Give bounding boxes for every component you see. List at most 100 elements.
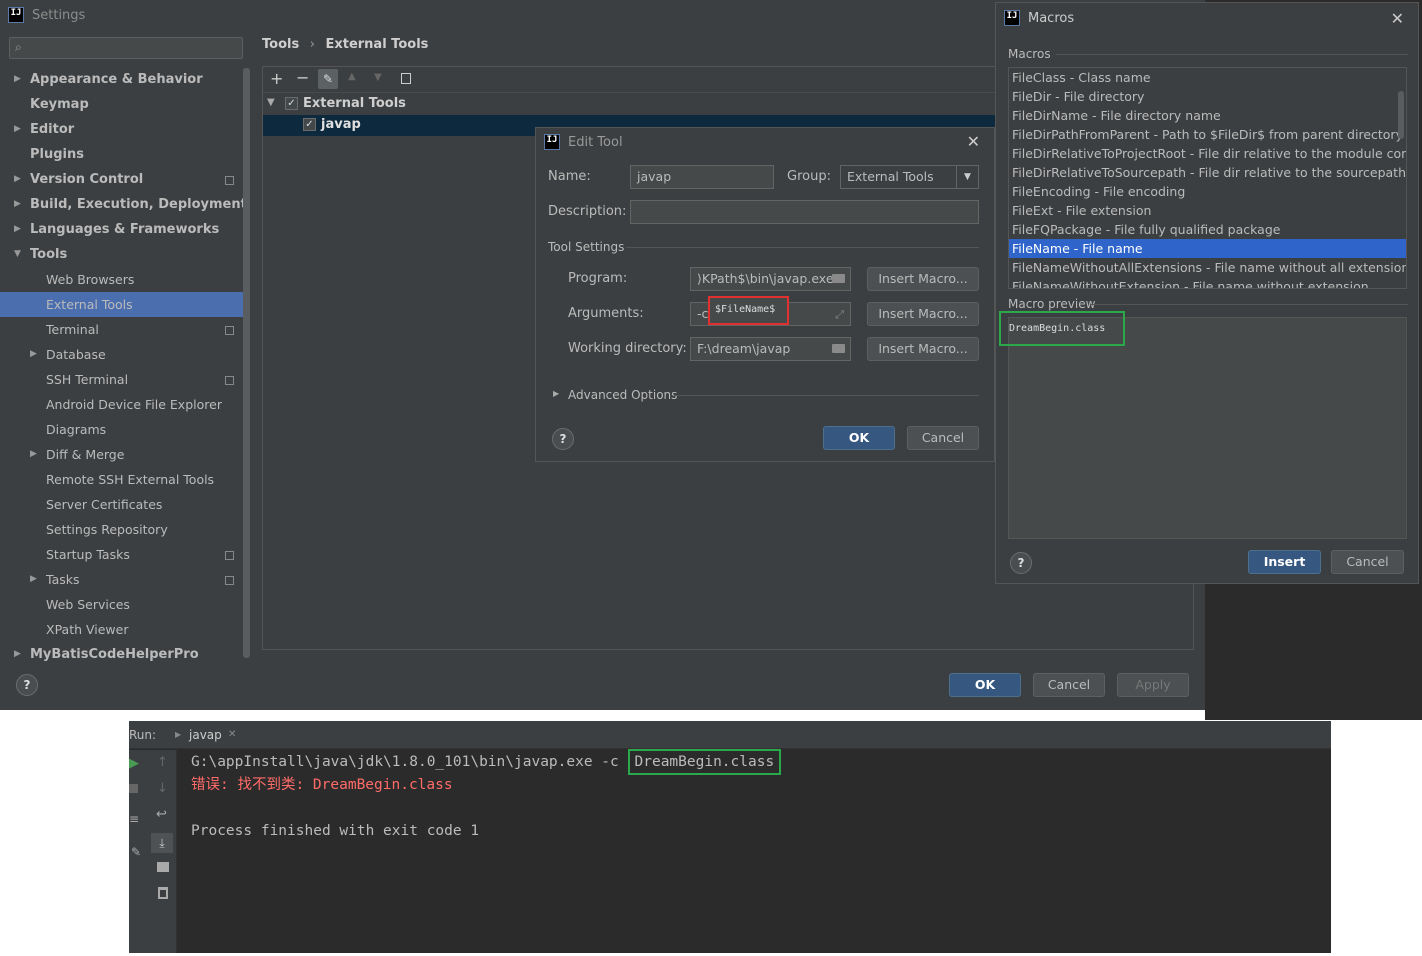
stop-icon[interactable] (129, 784, 138, 793)
tree-item[interactable]: Remote SSH External Tools (0, 467, 250, 492)
run-tab-close-icon[interactable]: ✕ (228, 729, 236, 740)
edit-tool-help-button[interactable]: ? (552, 428, 574, 450)
macro-list-item[interactable]: FileDirRelativeToProjectRoot - File dir … (1009, 144, 1406, 163)
chevron-right-icon[interactable]: ▶ (553, 389, 559, 398)
program-field[interactable]: ⟩KPath$\bin\javap.exe (690, 267, 851, 291)
tree-item[interactable]: ▶ Diff & Merge (0, 442, 250, 467)
trash-icon[interactable] (158, 887, 168, 899)
arguments-insert-macro-button[interactable]: Insert Macro... (867, 302, 979, 326)
tree-item[interactable]: Android Device File Explorer (0, 392, 250, 417)
up-arrow-icon[interactable]: ↑ (157, 755, 168, 770)
macro-list-item[interactable]: FileDirRelativeToSourcepath - File dir r… (1009, 163, 1406, 182)
macro-list-scrollbar[interactable] (1398, 91, 1404, 139)
advanced-options-toggle[interactable]: Advanced Options (568, 388, 677, 402)
tree-item[interactable]: Server Certificates (0, 492, 250, 517)
console-output[interactable]: G:\appInstall\java\jdk\1.8.0_101\bin\jav… (191, 749, 1321, 843)
chevron-right-icon[interactable]: ▶ (14, 167, 21, 192)
tree-item[interactable]: Web Services (0, 592, 250, 617)
print-icon[interactable] (157, 862, 169, 872)
macros-help-button[interactable]: ? (1010, 552, 1032, 574)
chevron-right-icon[interactable]: ▶ (30, 442, 37, 467)
macros-cancel-button[interactable]: Cancel (1331, 550, 1404, 574)
edit-tool-cancel-button[interactable]: Cancel (907, 426, 979, 450)
edit-tool-ok-button[interactable]: OK (823, 426, 895, 450)
tree-item[interactable]: ▶ Languages & Frameworks (0, 217, 250, 242)
rerun-icon[interactable]: ▶ (129, 756, 139, 771)
macro-list-item[interactable]: FileDirPathFromParent - Path to $FileDir… (1009, 125, 1406, 144)
tree-item[interactable]: SSH Terminal (0, 367, 250, 392)
program-insert-macro-button[interactable]: Insert Macro... (867, 267, 979, 291)
tree-item[interactable]: Settings Repository (0, 517, 250, 542)
macro-list-item[interactable]: FileEncoding - File encoding (1009, 182, 1406, 201)
add-icon[interactable]: + (270, 69, 283, 88)
tree-item-label: XPath Viewer (46, 622, 129, 637)
tree-item[interactable]: External Tools (0, 292, 250, 317)
settings-help-button[interactable]: ? (16, 674, 38, 696)
tree-scrollbar[interactable] (243, 68, 250, 658)
chevron-right-icon[interactable]: ▶ (14, 117, 21, 142)
group-select[interactable]: External Tools ▼ (840, 165, 979, 189)
expand-icon[interactable]: ⤢ (835, 304, 844, 325)
close-icon[interactable]: ✕ (1391, 9, 1404, 28)
description-field[interactable] (630, 200, 979, 224)
tree-item[interactable]: Plugins (0, 142, 250, 167)
folder-icon[interactable] (832, 274, 845, 283)
expand-down-icon[interactable]: ▼ (14, 242, 21, 267)
scroll-to-end-icon[interactable]: ⤓ (151, 833, 173, 853)
workdir-insert-macro-button[interactable]: Insert Macro... (867, 337, 979, 361)
macro-list-item[interactable]: FileName - File name (1009, 239, 1406, 258)
run-side-toolbar: ▶ ≡ ✎ ↑ ↓ ↩ ⤓ (129, 750, 177, 953)
macro-list-item[interactable]: FileDir - File directory (1009, 87, 1406, 106)
close-icon[interactable]: ✕ (967, 132, 980, 151)
expand-down-icon[interactable]: ▼ (267, 97, 275, 108)
pin-icon[interactable]: ✎ (131, 845, 141, 859)
tree-item[interactable]: Keymap (0, 92, 250, 117)
soft-wrap-icon[interactable]: ↩ (156, 807, 167, 822)
macro-list[interactable]: FileClass - Class name FileDir - File dir… (1008, 67, 1407, 289)
chevron-right-icon[interactable]: ▶ (14, 67, 21, 92)
tree-item[interactable]: ▶ Tasks (0, 567, 250, 592)
chevron-right-icon[interactable]: ▶ (14, 642, 21, 662)
move-up-icon[interactable]: ▲ (348, 71, 356, 82)
macros-insert-button[interactable]: Insert (1248, 550, 1321, 574)
tree-item[interactable]: Startup Tasks (0, 542, 250, 567)
group-checkbox[interactable]: ✓ (285, 97, 298, 110)
tree-item[interactable]: Diagrams (0, 417, 250, 442)
tree-item[interactable]: Web Browsers (0, 267, 250, 292)
chevron-right-icon[interactable]: ▶ (30, 342, 37, 367)
macro-list-item[interactable]: FileNameWithoutAllExtensions - File name… (1009, 258, 1406, 277)
move-down-icon[interactable]: ▼ (374, 72, 382, 83)
down-arrow-icon[interactable]: ↓ (157, 781, 168, 796)
tree-item[interactable]: ▶ Appearance & Behavior (0, 67, 250, 92)
tree-item[interactable]: ▶ Editor (0, 117, 250, 142)
chevron-right-icon[interactable]: ▶ (14, 192, 21, 217)
settings-search-input[interactable]: ⌕ (9, 37, 243, 59)
tree-item[interactable]: ▶ Build, Execution, Deployment (0, 192, 250, 217)
macro-list-item[interactable]: FileClass - Class name (1009, 68, 1406, 87)
copy-icon[interactable] (401, 73, 411, 84)
settings-cancel-button[interactable]: Cancel (1033, 673, 1105, 697)
macro-list-item[interactable]: FileNameWithoutExtension - File name wit… (1009, 277, 1406, 288)
macro-list-item[interactable]: FileFQPackage - File fully qualified pac… (1009, 220, 1406, 239)
settings-list-icon[interactable]: ≡ (129, 812, 139, 826)
tree-item[interactable]: XPath Viewer (0, 617, 250, 642)
chevron-right-icon[interactable]: ▶ (30, 567, 37, 592)
remove-icon[interactable]: − (296, 68, 309, 87)
settings-apply-button[interactable]: Apply (1117, 673, 1189, 697)
tree-item[interactable]: ▼ Tools (0, 242, 250, 267)
breadcrumb-tools[interactable]: Tools (262, 37, 299, 52)
name-field[interactable]: javap (630, 165, 774, 189)
edit-icon[interactable]: ✎ (318, 69, 338, 89)
chevron-right-icon[interactable]: ▶ (14, 217, 21, 242)
folder-icon[interactable] (832, 344, 845, 353)
tree-item[interactable]: ▶ Database (0, 342, 250, 367)
tool-checkbox[interactable]: ✓ (303, 118, 316, 131)
tree-item[interactable]: Terminal (0, 317, 250, 342)
macro-list-item[interactable]: FileDirName - File directory name (1009, 106, 1406, 125)
tree-item[interactable]: ▶ MyBatisCodeHelperPro (0, 642, 250, 662)
macro-list-item[interactable]: FileExt - File extension (1009, 201, 1406, 220)
tree-item[interactable]: ▶ Version Control (0, 167, 250, 192)
workdir-field[interactable]: F:\dream\javap (690, 337, 851, 361)
settings-ok-button[interactable]: OK (949, 673, 1021, 697)
run-tab-label[interactable]: javap (189, 728, 222, 742)
